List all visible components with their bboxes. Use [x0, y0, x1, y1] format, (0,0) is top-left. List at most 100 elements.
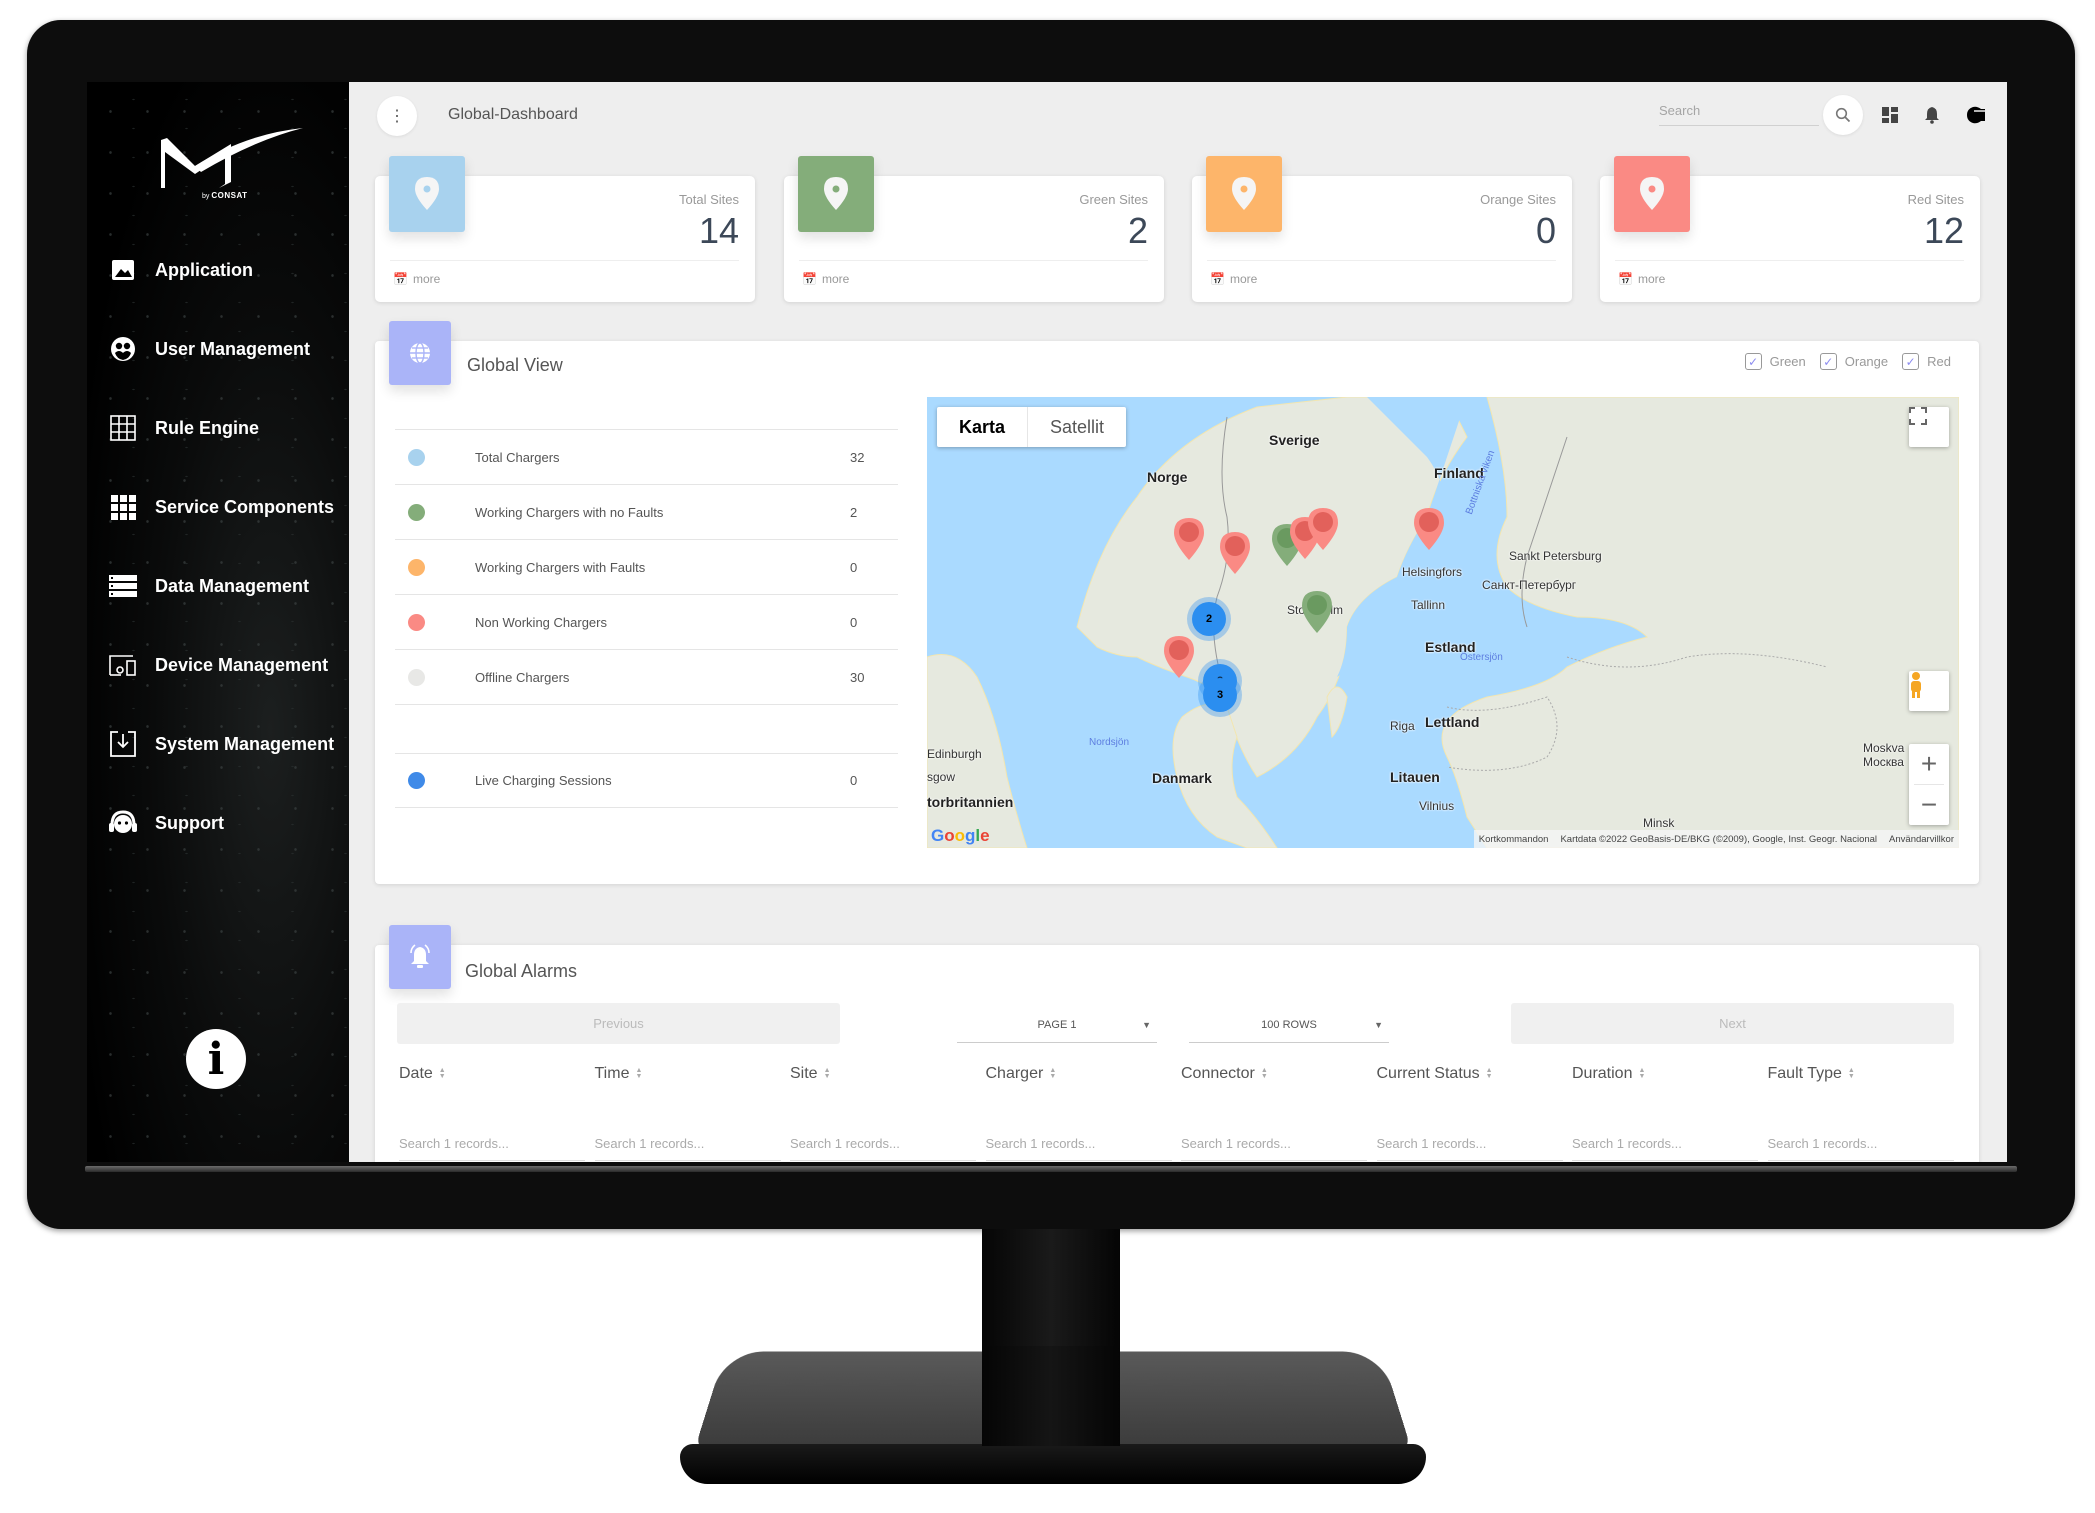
- rows-per-page-select[interactable]: 100 ROWS ▼: [1189, 1007, 1389, 1043]
- keyboard-shortcuts-link[interactable]: Kortkommandon: [1479, 834, 1549, 845]
- column-search-fault-type[interactable]: [1767, 1127, 1954, 1161]
- map-type-satellit[interactable]: Satellit: [1028, 407, 1126, 447]
- stat-icon-orange: [1206, 156, 1282, 232]
- map-label: Danmark: [1152, 770, 1212, 786]
- map-pin-red[interactable]: [1219, 531, 1251, 575]
- map-type-control: Karta Satellit: [937, 407, 1127, 447]
- checkbox-checked-icon[interactable]: ✓: [1744, 353, 1762, 370]
- sidebar-item-system-management[interactable]: System Management: [109, 726, 334, 762]
- map-label: Lettland: [1425, 714, 1480, 730]
- map-pin-icon: [824, 177, 848, 210]
- map-pin-red[interactable]: [1413, 507, 1445, 551]
- column-header-fault-type[interactable]: Fault Type ▲ ▼: [1768, 1065, 1855, 1083]
- legend-row: Live Charging Sessions 0: [395, 753, 898, 808]
- stat-icon-green: [798, 156, 874, 232]
- caret-down-icon: ▼: [1142, 1019, 1151, 1030]
- column-search-site[interactable]: [790, 1127, 976, 1161]
- column-search-charger[interactable]: [985, 1127, 1172, 1161]
- street-view-pegman[interactable]: [1909, 671, 1949, 711]
- column-search-connector[interactable]: [1181, 1127, 1367, 1161]
- page-select[interactable]: PAGE 1 ▼: [957, 1007, 1157, 1043]
- consat-logo[interactable]: by CONSAT: [155, 122, 315, 212]
- stat-label: Total Sites: [679, 192, 739, 207]
- map-label: Москва: [1863, 755, 1904, 769]
- sidebar-item-support[interactable]: Support: [109, 805, 224, 841]
- column-search-time[interactable]: [594, 1127, 781, 1161]
- sort-icon: ▲ ▼: [1485, 1067, 1493, 1080]
- column-header-site[interactable]: Site ▲ ▼: [790, 1065, 831, 1083]
- more-link[interactable]: 📅 more: [1618, 272, 1665, 286]
- map-label: torbritannien: [927, 794, 1014, 810]
- grid-outline-icon: [109, 414, 137, 442]
- menu-toggle-button[interactable]: ⋮: [377, 96, 417, 136]
- search-button[interactable]: [1823, 95, 1863, 135]
- map-type-karta[interactable]: Karta: [937, 407, 1029, 447]
- map-label: Edinburgh: [927, 747, 982, 761]
- map-label: Nordsjön: [1089, 737, 1130, 748]
- user-profile-button[interactable]: [1964, 103, 1988, 127]
- map-pin-red[interactable]: [1307, 507, 1339, 551]
- map-pin-icon: [415, 177, 439, 210]
- filter-red[interactable]: ✓ Red: [1902, 353, 1951, 370]
- column-header-current-status[interactable]: Current Status ▲ ▼: [1377, 1065, 1493, 1083]
- sidebar-item-rule-engine[interactable]: Rule Engine: [109, 410, 259, 446]
- previous-page-button[interactable]: Previous: [397, 1003, 840, 1044]
- sidebar: by CONSAT Application User Management Ru…: [87, 82, 349, 1162]
- sites-map[interactable]: Sverige Norge Finland Estland Lettland L…: [927, 397, 1959, 848]
- more-link[interactable]: 📅 more: [393, 272, 440, 286]
- checkbox-checked-icon[interactable]: ✓: [1902, 353, 1920, 370]
- legend-row: Non Working Chargers 0: [395, 594, 898, 649]
- map-cluster[interactable]: 2: [1192, 602, 1226, 636]
- sidebar-item-application[interactable]: Application: [109, 252, 253, 288]
- map-cluster[interactable]: 3: [1203, 678, 1237, 712]
- column-search-duration[interactable]: [1572, 1127, 1758, 1161]
- map-pin-red[interactable]: [1173, 517, 1205, 561]
- info-button[interactable]: i: [186, 1029, 246, 1089]
- zoom-in-button[interactable]: +: [1914, 745, 1944, 785]
- status-dot: [408, 503, 425, 521]
- filter-green[interactable]: ✓ Green: [1744, 353, 1806, 370]
- map-pin-green[interactable]: [1301, 590, 1333, 634]
- notifications-button[interactable]: [1920, 103, 1944, 127]
- more-vertical-icon: ⋮: [389, 108, 405, 125]
- column-header-time[interactable]: Time ▲ ▼: [595, 1065, 643, 1083]
- sidebar-item-data-management[interactable]: Data Management: [109, 568, 309, 604]
- users-icon: [109, 335, 137, 363]
- more-link[interactable]: 📅 more: [802, 272, 849, 286]
- map-label: Norge: [1147, 469, 1188, 485]
- status-dot: [408, 772, 425, 789]
- fullscreen-icon: [1909, 407, 1927, 425]
- stat-card-green-sites: Green Sites 2 📅 more: [784, 156, 1164, 302]
- column-search-date[interactable]: [399, 1127, 585, 1161]
- fullscreen-button[interactable]: [1909, 407, 1949, 447]
- next-page-button[interactable]: Next: [1511, 1003, 1954, 1044]
- column-search-current-status[interactable]: [1376, 1127, 1563, 1161]
- search-icon: [1835, 107, 1851, 123]
- dashboard-button[interactable]: [1878, 103, 1902, 127]
- google-logo: Google: [931, 826, 990, 845]
- sidebar-item-device-management[interactable]: Device Management: [109, 647, 328, 683]
- more-link[interactable]: 📅 more: [1210, 272, 1257, 286]
- alarm-bell-icon: [410, 944, 430, 968]
- column-header-date[interactable]: Date ▲ ▼: [399, 1065, 446, 1083]
- map-label: Sverige: [1269, 432, 1320, 448]
- sort-icon: ▲ ▼: [1638, 1067, 1646, 1080]
- monitor-stand-neck: [982, 1229, 1120, 1359]
- globe-icon: [410, 342, 430, 364]
- column-header-connector[interactable]: Connector ▲ ▼: [1181, 1065, 1268, 1083]
- calendar-icon: 📅: [1210, 272, 1225, 286]
- zoom-out-button[interactable]: −: [1921, 785, 1937, 825]
- filter-orange[interactable]: ✓ Orange: [1819, 353, 1888, 370]
- sidebar-item-service-components[interactable]: Service Components: [109, 489, 334, 525]
- app-screen: by CONSAT Application User Management Ru…: [87, 82, 2007, 1162]
- column-header-duration[interactable]: Duration ▲ ▼: [1572, 1065, 1645, 1083]
- map-attribution: Kortkommandon Kartdata ©2022 GeoBasis-DE…: [1473, 830, 1959, 848]
- terms-link[interactable]: Användarvillkor: [1889, 834, 1954, 845]
- map-label: Moskva: [1863, 741, 1905, 755]
- column-header-charger[interactable]: Charger ▲ ▼: [986, 1065, 1057, 1083]
- search-input[interactable]: [1659, 96, 1819, 126]
- sidebar-item-user-management[interactable]: User Management: [109, 331, 310, 367]
- charger-legend: Total Chargers 32 Working Chargers with n…: [395, 429, 898, 808]
- checkbox-checked-icon[interactable]: ✓: [1819, 353, 1837, 370]
- map-pin-red[interactable]: [1163, 635, 1195, 679]
